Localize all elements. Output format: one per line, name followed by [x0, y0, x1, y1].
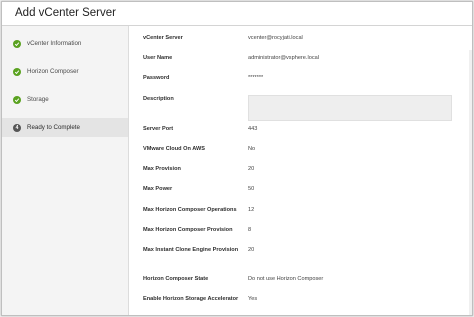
- summary-row-user-name: User Name administrator@vsphere.local: [129, 55, 469, 65]
- field-value: Do not use Horizon Composer: [248, 276, 324, 282]
- field-value: 8: [248, 227, 252, 233]
- field-label: Server Port: [143, 126, 174, 132]
- field-value: No: [248, 146, 256, 152]
- dialog-title: Add vCenter Server: [15, 7, 116, 19]
- summary-row-max-composer-operations: Max Horizon Composer Operations 12: [129, 207, 469, 217]
- field-value: vcenter@rocyjati.local: [248, 35, 303, 41]
- field-label: Max Provision: [143, 166, 181, 172]
- check-icon: [13, 67, 21, 76]
- step-label: vCenter Information: [27, 40, 82, 47]
- field-value: 443: [248, 126, 258, 132]
- field-label: Max Horizon Composer Operations: [143, 207, 237, 213]
- wizard-steps: vCenter Information Horizon Composer Sto…: [2, 26, 129, 315]
- field-value: 20: [248, 247, 255, 253]
- step-vcenter-information[interactable]: vCenter Information: [2, 34, 128, 53]
- step-number-badge: 4: [13, 123, 21, 132]
- step-label: Storage: [27, 96, 49, 103]
- field-label: Max Horizon Composer Provision: [143, 227, 233, 233]
- summary-row-max-composer-provision: Max Horizon Composer Provision 8: [129, 227, 469, 237]
- field-value: Yes: [248, 296, 258, 302]
- field-value: administrator@vsphere.local: [248, 55, 319, 61]
- summary-row-vcenter-server: vCenter Server vcenter@rocyjati.local: [129, 35, 469, 45]
- step-storage[interactable]: Storage: [2, 90, 128, 109]
- summary-row-composer-state: Horizon Composer State Do not use Horizo…: [129, 276, 469, 286]
- field-label: User Name: [143, 55, 173, 61]
- field-value: 12: [248, 207, 255, 213]
- description-field: [248, 95, 452, 121]
- summary-row-storage-accelerator: Enable Horizon Storage Accelerator Yes: [129, 296, 469, 306]
- field-label: Enable Horizon Storage Accelerator: [143, 296, 239, 302]
- field-label: Description: [143, 96, 174, 102]
- summary-row-server-port: Server Port 443: [129, 126, 469, 136]
- check-icon: [13, 39, 21, 48]
- summary-panel: vCenter Server vcenter@rocyjati.local Us…: [129, 26, 469, 315]
- step-ready-to-complete[interactable]: 4 Ready to Complete: [2, 118, 128, 137]
- add-vcenter-dialog: Add vCenter Server vCenter Information H…: [1, 1, 473, 316]
- field-value: 50: [248, 186, 255, 192]
- step-horizon-composer[interactable]: Horizon Composer: [2, 62, 128, 81]
- field-label: VMware Cloud On AWS: [143, 146, 205, 152]
- check-icon: [13, 95, 21, 104]
- field-label: Max Power: [143, 186, 173, 192]
- summary-row-password: Password *******: [129, 75, 469, 85]
- field-label: Password: [143, 75, 170, 81]
- summary-row-max-instant-clone: Max Instant Clone Engine Provision 20: [129, 247, 469, 257]
- step-label: Horizon Composer: [27, 68, 79, 75]
- summary-row-vmware-cloud-aws: VMware Cloud On AWS No: [129, 146, 469, 156]
- summary-row-max-provision: Max Provision 20: [129, 166, 469, 176]
- content-scrollbar[interactable]: [469, 50, 472, 315]
- summary-row-max-power: Max Power 50: [129, 186, 469, 196]
- field-value: 20: [248, 166, 255, 172]
- dialog-body: vCenter Information Horizon Composer Sto…: [2, 26, 472, 315]
- step-label: Ready to Complete: [27, 124, 80, 131]
- field-label: vCenter Server: [143, 35, 183, 41]
- field-label: Max Instant Clone Engine Provision: [143, 247, 239, 253]
- field-label: Horizon Composer State: [143, 276, 209, 282]
- field-value: *******: [248, 75, 264, 81]
